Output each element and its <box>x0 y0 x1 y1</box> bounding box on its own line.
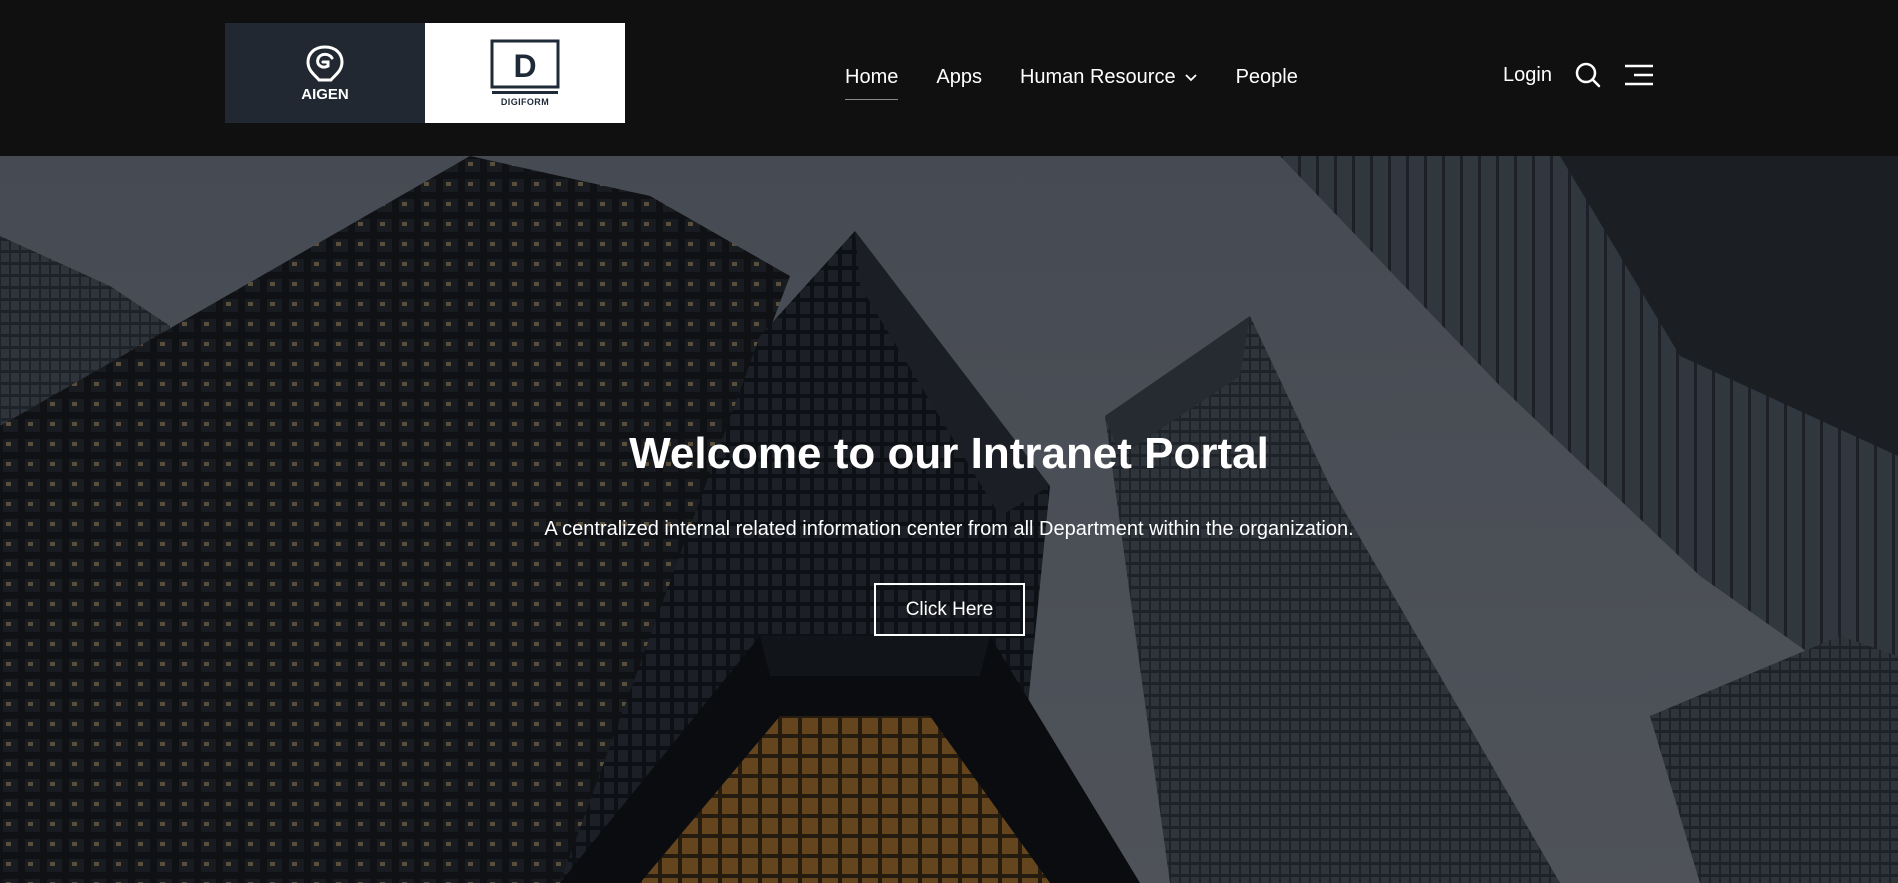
main-nav: Home Apps Human Resource People <box>845 66 1298 100</box>
nav-human-resource-label: Human Resource <box>1019 66 1176 88</box>
search-icon <box>1575 62 1601 88</box>
nav-people[interactable]: People <box>1236 66 1298 89</box>
hero-title: Welcome to our Intranet Portal <box>629 429 1269 478</box>
nav-apps[interactable]: Apps <box>936 66 982 89</box>
logo-group: AIGEN D DIGIFORM <box>225 23 625 123</box>
nav-human-resource[interactable]: Human Resource <box>1020 66 1198 89</box>
header-utilities: Login <box>1503 62 1654 88</box>
digiform-logo[interactable]: D DIGIFORM <box>425 23 625 123</box>
hero-section: Welcome to our Intranet Portal A central… <box>0 156 1898 883</box>
hero-subtitle: A centralized internal related informati… <box>544 518 1354 540</box>
hero-content: Welcome to our Intranet Portal A central… <box>0 156 1898 883</box>
aigen-emblem-icon <box>306 44 344 81</box>
nav-home[interactable]: Home <box>845 66 899 100</box>
aigen-logo-text: AIGEN <box>301 85 349 103</box>
site-header: AIGEN D DIGIFORM Home Apps Human Resourc… <box>0 0 1898 156</box>
click-here-button[interactable]: Click Here <box>874 583 1025 636</box>
login-link[interactable]: Login <box>1503 64 1552 87</box>
digiform-emblem-icon: D <box>490 39 560 94</box>
aigen-logo[interactable]: AIGEN <box>225 23 425 123</box>
nav-home-label: Home <box>845 66 899 88</box>
svg-text:D: D <box>513 48 536 84</box>
search-button[interactable] <box>1575 62 1601 88</box>
chevron-down-icon <box>1184 73 1197 81</box>
menu-icon <box>1624 64 1653 86</box>
nav-apps-label: Apps <box>936 66 982 88</box>
digiform-logo-text: DIGIFORM <box>500 97 550 107</box>
nav-people-label: People <box>1235 66 1298 88</box>
menu-toggle-button[interactable] <box>1624 63 1654 87</box>
